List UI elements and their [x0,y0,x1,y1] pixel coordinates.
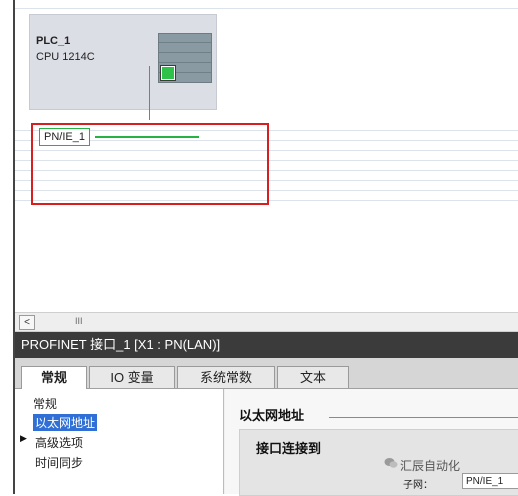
expand-arrow-icon[interactable]: ▶ [20,433,27,444]
nav-item-time-sync[interactable]: 时间同步 [35,454,83,471]
cpu-module-graphic [158,33,212,83]
properties-nav: 常规 以太网地址 ▶ 高级选项 时间同步 [15,389,224,494]
properties-header: PROFINET 接口_1 [X1 : PN(LAN)] [15,332,518,358]
grid-line [15,8,518,9]
device-name: PLC_1 [36,35,71,47]
network-view-canvas[interactable]: PLC_1 CPU 1214C PN/IE_1 [15,0,518,310]
properties-tabs: 常规 IO 变量 系统常数 文本 [15,358,518,389]
module-line [159,42,211,43]
nav-item-advanced-options[interactable]: 高级选项 [35,434,83,451]
highlight-box [31,123,269,205]
tab-general[interactable]: 常规 [21,366,87,389]
section-title: 以太网地址 [239,408,305,423]
scroll-thumb[interactable]: III [75,316,83,326]
plc-device[interactable]: PLC_1 CPU 1214C [29,14,217,110]
watermark-text: 汇辰自动化 [400,459,461,473]
profinet-port[interactable] [160,65,176,81]
port-connection-line [149,66,150,120]
wechat-icon [384,458,398,468]
subnet-select[interactable]: PN/IE_1 [462,473,518,489]
left-edge-bar [0,0,15,494]
interface-subpanel: 接口连接到 子网： PN/IE_1 [239,429,518,496]
tab-texts[interactable]: 文本 [277,366,349,388]
tab-system-constants[interactable]: 系统常数 [177,366,275,388]
subsection-title: 接口连接到 [256,441,322,456]
device-type: CPU 1214C [36,51,95,63]
tab-io-tags[interactable]: IO 变量 [89,366,175,388]
nav-item-ethernet-address[interactable]: 以太网地址 [33,414,98,431]
nav-item-general[interactable]: 常规 [33,395,57,412]
scroll-left-button[interactable]: < [19,315,35,330]
module-line [159,62,211,63]
properties-content: 以太网地址 接口连接到 子网： PN/IE_1 [225,389,518,496]
horizontal-scrollbar[interactable]: < III [15,312,518,332]
module-line [159,52,211,53]
section-divider [329,417,518,418]
subnet-label: 子网： [403,480,433,491]
